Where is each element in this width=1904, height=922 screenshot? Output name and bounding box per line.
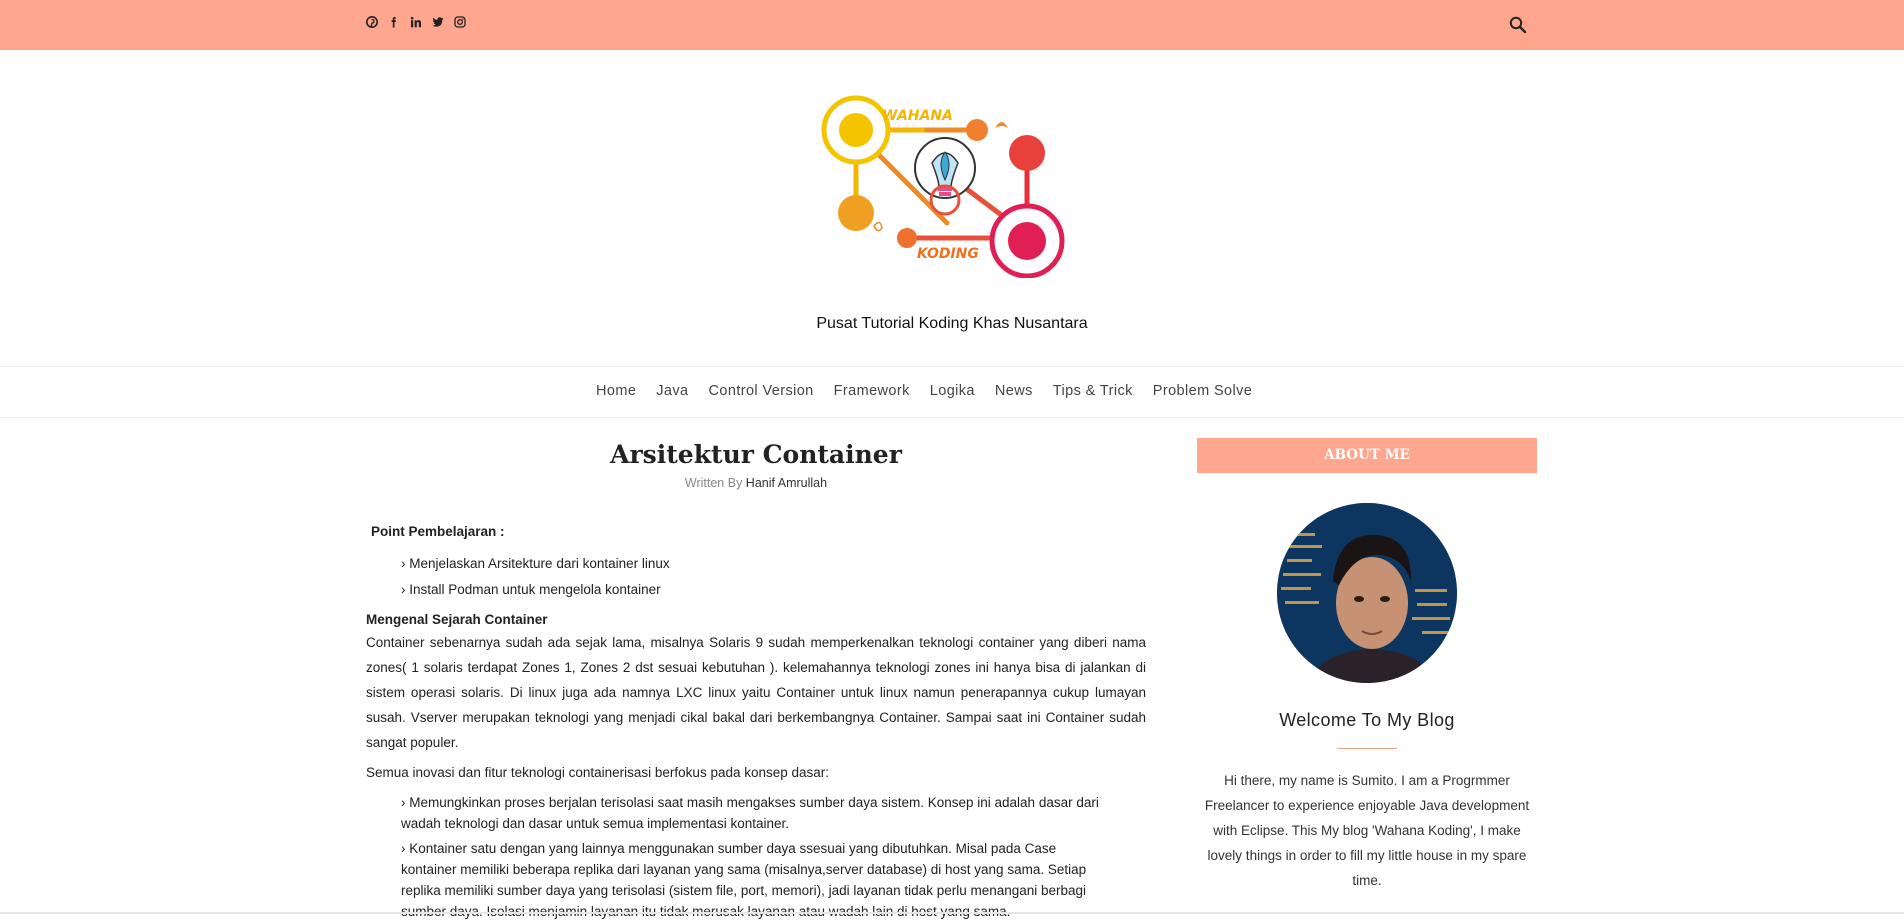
twitter-icon[interactable] (432, 16, 445, 29)
divider (1337, 748, 1397, 749)
post-title: Arsitektur Container (610, 440, 902, 469)
pinterest-icon[interactable] (366, 16, 379, 29)
sidebar-title: ABOUT ME (1197, 438, 1537, 473)
point-item: › Menjelaskan Arsitekture dari kontainer… (401, 556, 670, 571)
author-avatar (1277, 503, 1457, 683)
written-by-label: Written By (684, 476, 743, 490)
paragraph: Container sebenarnya sudah ada sejak lam… (366, 635, 1146, 750)
facebook-icon[interactable] (388, 16, 401, 29)
concept-item: › Kontainer satu dengan yang lainnya men… (401, 841, 1087, 919)
social-links (366, 16, 467, 29)
nav-item-java[interactable]: Java (656, 383, 688, 399)
paragraph: Semua inovasi dan fitur teknologi contai… (366, 765, 830, 780)
nav-item-news[interactable]: News (995, 383, 1033, 399)
point-item: › Install Podman untuk mengelola kontain… (401, 582, 661, 597)
logo-text-bottom: KODING (917, 246, 979, 262)
concept-item: › Memungkinkan proses berjalan terisolas… (401, 795, 1099, 831)
nav-item-problem-solve[interactable]: Problem Solve (1153, 383, 1253, 399)
nav-item-logika[interactable]: Logika (930, 383, 975, 399)
point-heading: Point Pembelajaran : (371, 524, 505, 539)
logo-text-top: WAHANA (882, 108, 953, 124)
top-bar (0, 0, 1904, 50)
main-nav: Home Java Control Version Framework Logi… (0, 366, 1904, 418)
search-icon[interactable] (1508, 15, 1528, 35)
nav-item-framework[interactable]: Framework (834, 383, 910, 399)
section-heading: Mengenal Sejarah Container (366, 612, 548, 627)
nav-item-tips-trick[interactable]: Tips & Trick (1053, 383, 1133, 399)
nav-item-control-version[interactable]: Control Version (709, 383, 814, 399)
welcome-heading: Welcome To My Blog (1279, 710, 1455, 730)
site-logo[interactable]: WAHANA KODING (812, 88, 1072, 279)
instagram-icon[interactable] (454, 16, 467, 29)
site-tagline: Pusat Tutorial Koding Khas Nusantara (816, 315, 1088, 332)
nav-item-home[interactable]: Home (596, 383, 636, 399)
post-byline: Written By Hanif Amrullah (366, 476, 1146, 490)
linkedin-icon[interactable] (410, 16, 423, 29)
about-text: Hi there, my name is Sumito. I am a Prog… (1204, 773, 1530, 888)
author-link[interactable]: Hanif Amrullah (746, 476, 827, 490)
